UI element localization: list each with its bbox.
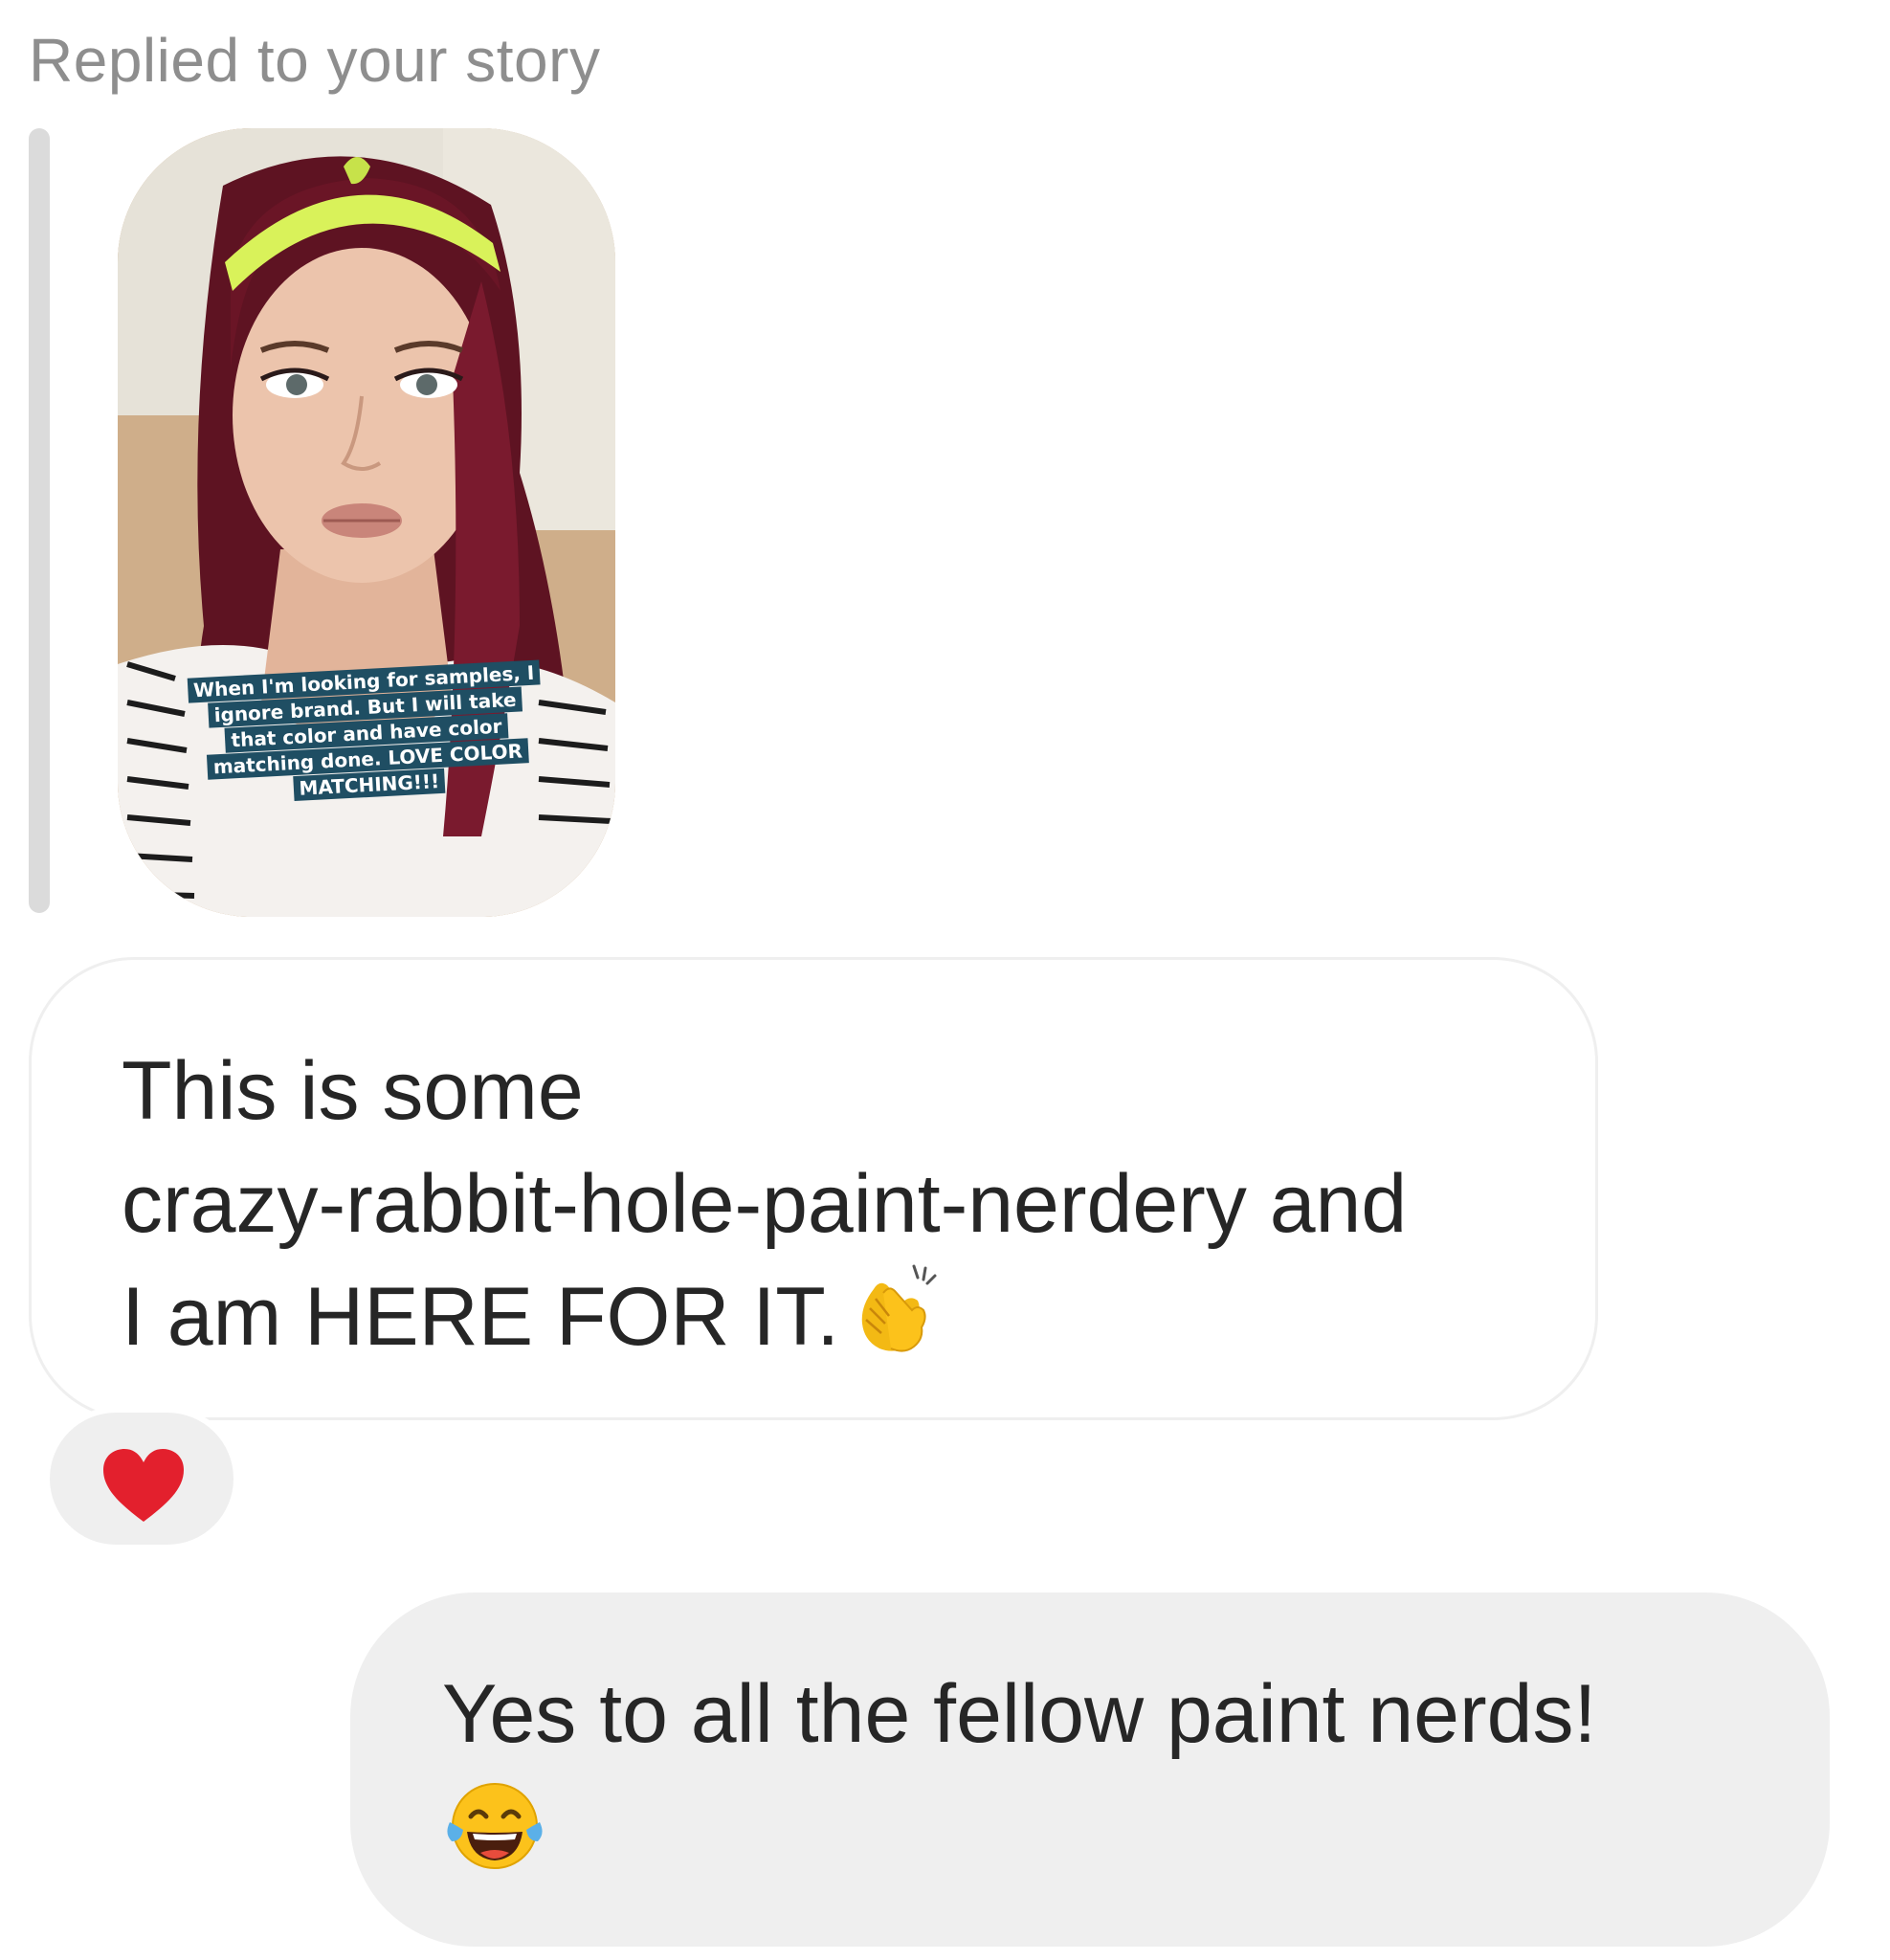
received-message-text: This is some crazy-rabbit-hole-paint-ner… [122, 1035, 1557, 1385]
received-message-bubble[interactable]: This is some crazy-rabbit-hole-paint-ner… [29, 957, 1598, 1420]
story-caption: When I'm looking for samples, I ignore b… [172, 659, 562, 809]
sent-message-text: Yes to all the fellow paint nerds! [442, 1658, 1801, 1903]
tears-of-joy-icon [442, 1778, 1801, 1903]
heart-reaction[interactable] [50, 1413, 233, 1545]
replied-to-story-label: Replied to your story [29, 26, 601, 95]
sent-message-bubble[interactable]: Yes to all the fellow paint nerds! [350, 1592, 1830, 1947]
story-thumbnail[interactable]: When I'm looking for samples, I ignore b… [118, 128, 615, 917]
message-line: crazy-rabbit-hole-paint-nerdery and [122, 1158, 1408, 1250]
message-line: This is some [122, 1045, 584, 1137]
message-line: Yes to all the fellow paint nerds! [442, 1668, 1597, 1760]
story-quote-bar [29, 128, 50, 913]
message-line: I am HERE FOR IT. [122, 1271, 840, 1363]
red-heart-icon [103, 1449, 184, 1522]
clapping-hands-icon [856, 1260, 945, 1385]
